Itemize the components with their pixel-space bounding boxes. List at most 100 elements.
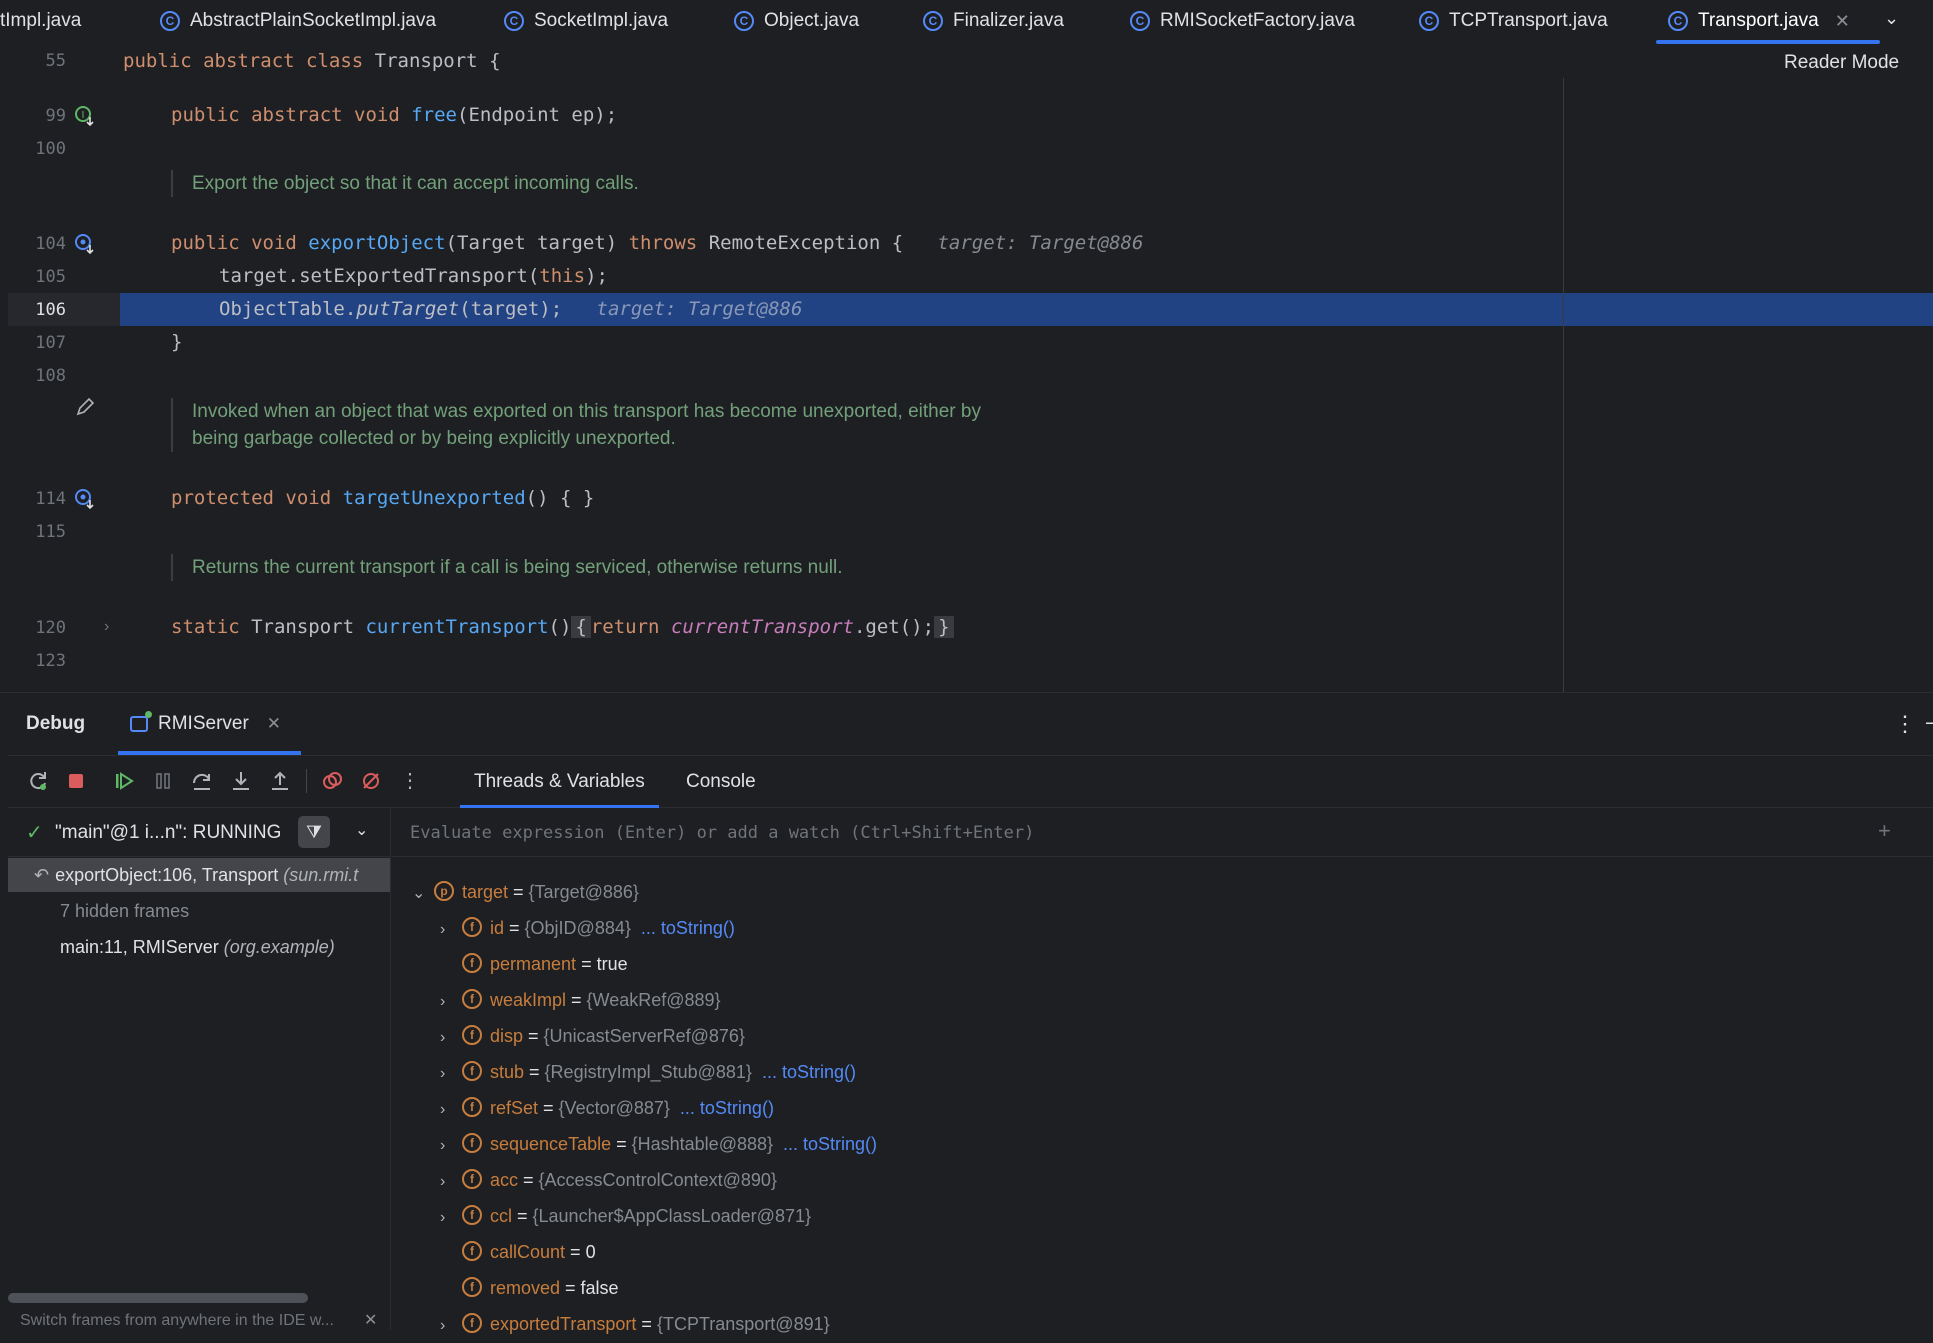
- tab-label: tImpl.java: [0, 10, 82, 31]
- tab-tcp-transport[interactable]: C TCPTransport.java: [1419, 0, 1608, 42]
- variable-row[interactable]: › f id = {ObjID@884} ... toString(): [440, 911, 735, 945]
- session-tab-rmiserver[interactable]: RMIServer ✕: [118, 711, 302, 755]
- filter-icon[interactable]: ⧩: [298, 816, 330, 848]
- evaluate-expression-input[interactable]: [408, 816, 1812, 850]
- stack-frame[interactable]: main:11, RMIServer (org.example): [8, 930, 390, 964]
- minimize-icon[interactable]: –: [1926, 709, 1933, 735]
- resume-icon[interactable]: [112, 769, 136, 793]
- thread-selector[interactable]: ✓ "main"@1 i...n": RUNNING ⧩ ⌄: [8, 808, 390, 857]
- tab-finalizer[interactable]: C Finalizer.java: [923, 0, 1064, 42]
- chevron-right-icon[interactable]: ›: [440, 1309, 462, 1343]
- code-line-105: target.setExportedTransport(this);: [219, 265, 608, 287]
- variable-row[interactable]: f removed = false: [440, 1271, 619, 1305]
- tab-label: Object.java: [764, 10, 860, 31]
- to-string-link[interactable]: ... toString(): [641, 918, 735, 938]
- tab-impl[interactable]: tImpl.java: [0, 0, 81, 42]
- variable-type: {TCPTransport@891}: [656, 1314, 830, 1334]
- code-line-free: public abstract void free(Endpoint ep);: [171, 104, 618, 126]
- tab-object[interactable]: C Object.java: [734, 0, 859, 42]
- pause-icon[interactable]: [151, 769, 175, 793]
- hidden-frames[interactable]: 7 hidden frames: [8, 894, 390, 928]
- variable-row[interactable]: › f disp = {UnicastServerRef@876}: [440, 1019, 745, 1053]
- overridden-method-icon[interactable]: [74, 488, 96, 510]
- mute-breakpoints-icon[interactable]: [359, 769, 383, 793]
- view-breakpoints-icon[interactable]: [320, 769, 344, 793]
- chevron-down-icon[interactable]: ⌄: [355, 820, 368, 840]
- chevron-right-icon[interactable]: ›: [440, 1093, 462, 1127]
- variable-row[interactable]: › f stub = {RegistryImpl_Stub@881} ... toSt…: [440, 1055, 856, 1089]
- rerun-icon[interactable]: [26, 769, 50, 793]
- variable-row[interactable]: › f weakImpl = {WeakRef@889}: [440, 983, 721, 1017]
- implementing-method-icon[interactable]: I: [74, 105, 96, 127]
- watch-bar: +: [392, 808, 1933, 857]
- tab-abstract-plain-socket-impl[interactable]: C AbstractPlainSocketImpl.java: [160, 0, 436, 42]
- code-editor[interactable]: Reader Mode 55 99 100 104 105 106 107 10…: [0, 44, 1933, 692]
- stop-icon[interactable]: [64, 769, 88, 793]
- equals-sign: =: [566, 990, 587, 1010]
- tab-console[interactable]: Console: [686, 771, 756, 793]
- variable-row[interactable]: f permanent = true: [440, 947, 628, 981]
- debug-tool-window: Debug RMIServer ✕ ⋮ – ⋮ Threads & Variab…: [0, 692, 1933, 1334]
- chevron-right-icon[interactable]: ›: [440, 985, 462, 1019]
- variable-row[interactable]: f callCount = 0: [440, 1235, 596, 1269]
- tab-rmi-socket-factory[interactable]: C RMISocketFactory.java: [1130, 0, 1355, 42]
- code-line-107: }: [171, 331, 183, 353]
- reader-mode-button[interactable]: Reader Mode: [1784, 52, 1899, 74]
- variable-row[interactable]: › f refSet = {Vector@887} ... toString(): [440, 1091, 774, 1125]
- close-icon[interactable]: ✕: [267, 714, 281, 734]
- equals-sign: =: [512, 1206, 533, 1226]
- more-options-icon[interactable]: ⋮: [1894, 711, 1916, 737]
- to-string-link[interactable]: ... toString(): [680, 1098, 774, 1118]
- tab-label: TCPTransport.java: [1449, 10, 1608, 31]
- return-arrow-icon: ↶: [34, 865, 50, 885]
- svg-text:I: I: [82, 110, 85, 121]
- step-over-icon[interactable]: [190, 769, 214, 793]
- tab-threads-variables[interactable]: Threads & Variables: [460, 771, 659, 808]
- class-icon: C: [1668, 11, 1688, 31]
- thread-label: "main"@1 i...n": RUNNING: [55, 822, 282, 843]
- overridden-method-icon[interactable]: [74, 233, 96, 255]
- step-into-icon[interactable]: [229, 769, 253, 793]
- chevron-right-icon[interactable]: ›: [440, 1165, 462, 1199]
- to-string-link[interactable]: ... toString(): [762, 1062, 856, 1082]
- variable-row[interactable]: ⌄ p target = {Target@886}: [412, 875, 639, 909]
- close-icon[interactable]: ✕: [364, 1310, 377, 1330]
- close-icon[interactable]: ✕: [1835, 11, 1850, 32]
- variable-type: {AccessControlContext@890}: [538, 1170, 777, 1190]
- tab-socket-impl[interactable]: C SocketImpl.java: [504, 0, 668, 42]
- variable-row[interactable]: › f ccl = {Launcher$AppClassLoader@871}: [440, 1199, 811, 1233]
- add-watch-icon[interactable]: +: [1878, 818, 1891, 844]
- chevron-right-icon[interactable]: ›: [440, 913, 462, 947]
- equals-sign: =: [524, 1062, 545, 1082]
- variable-value: false: [580, 1278, 619, 1298]
- variable-row[interactable]: › f exportedTransport = {TCPTransport@891}: [440, 1307, 830, 1341]
- line-number: 120: [35, 618, 66, 638]
- to-string-link[interactable]: ... toString(): [783, 1134, 877, 1154]
- chevron-down-icon[interactable]: ⌄: [412, 877, 434, 911]
- tab-transport[interactable]: C Transport.java ✕: [1656, 0, 1880, 44]
- variable-type: {RegistryImpl_Stub@881}: [544, 1062, 752, 1082]
- horizontal-scrollbar[interactable]: [8, 1293, 308, 1303]
- class-icon: C: [1419, 11, 1439, 31]
- inline-value-hint: target: Target@886: [596, 298, 803, 320]
- field-icon: f: [462, 1241, 482, 1262]
- more-options-icon[interactable]: ⋮: [398, 769, 422, 793]
- pencil-icon[interactable]: [74, 396, 96, 418]
- chevron-right-icon[interactable]: ›: [440, 1021, 462, 1055]
- chevron-right-icon[interactable]: ›: [440, 1201, 462, 1235]
- chevron-down-icon[interactable]: ⌄: [1884, 8, 1899, 29]
- fold-chevron-icon[interactable]: ›: [104, 618, 109, 636]
- chevron-right-icon[interactable]: ›: [440, 1129, 462, 1163]
- tab-label: Transport.java: [1698, 10, 1819, 31]
- stack-frame[interactable]: ↶ exportObject:106, Transport (sun.rmi.t: [8, 858, 390, 892]
- tab-label: Finalizer.java: [953, 10, 1064, 31]
- field-icon: f: [462, 989, 482, 1010]
- step-out-icon[interactable]: [268, 769, 292, 793]
- line-number: 108: [35, 366, 66, 386]
- variable-row[interactable]: › f sequenceTable = {Hashtable@888} ... toS…: [440, 1127, 877, 1161]
- variable-type: {UnicastServerRef@876}: [543, 1026, 745, 1046]
- line-number: 123: [35, 651, 66, 671]
- variable-row[interactable]: › f acc = {AccessControlContext@890}: [440, 1163, 777, 1197]
- chevron-right-icon[interactable]: ›: [440, 1057, 462, 1091]
- variable-name: acc: [490, 1170, 519, 1190]
